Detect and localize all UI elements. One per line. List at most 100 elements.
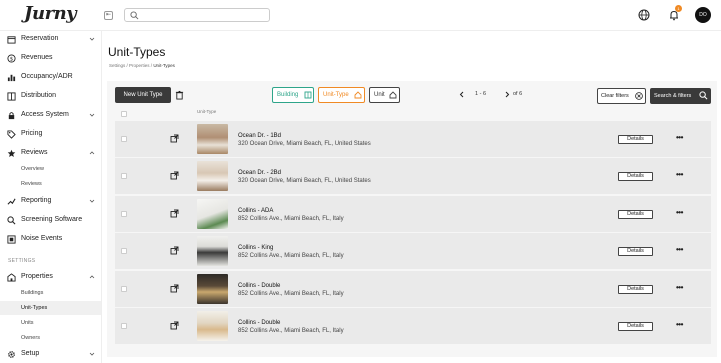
breadcrumb-settings[interactable]: Settings — [109, 63, 125, 68]
chevron-right-icon[interactable] — [504, 91, 510, 98]
building-icon — [7, 273, 16, 282]
details-button[interactable]: Details — [618, 322, 653, 331]
breadcrumb-current: Unit-Types — [153, 63, 175, 68]
sidebar-subitem-owners[interactable]: Owners — [21, 335, 40, 341]
search-icon — [699, 91, 708, 100]
sidebar-item-distribution[interactable]: Distribution — [0, 88, 102, 106]
external-link-icon[interactable] — [170, 246, 179, 255]
row-checkbox[interactable] — [121, 136, 127, 142]
clear-filters-button[interactable]: Clear filters — [597, 88, 646, 104]
building-filter-button[interactable]: Building — [272, 87, 314, 103]
search-input[interactable] — [142, 10, 266, 20]
details-button[interactable]: Details — [618, 135, 653, 144]
tag-icon — [7, 130, 16, 139]
new-unit-type-button[interactable]: New Unit Type — [115, 87, 171, 103]
row-checkbox[interactable] — [121, 286, 127, 292]
row-checkbox[interactable] — [121, 211, 127, 217]
breadcrumb-properties[interactable]: Properties — [129, 63, 150, 68]
unit-type-name[interactable]: Collins - ADA — [238, 208, 273, 214]
sidebar-subitem-overview[interactable]: Overview — [21, 166, 44, 172]
chevron-down-icon — [89, 113, 95, 117]
more-options-icon[interactable]: ••• — [676, 321, 686, 330]
external-link-icon[interactable] — [170, 134, 179, 143]
external-link-icon[interactable] — [170, 209, 179, 218]
sidebar-subitem-buildings[interactable]: Buildings — [21, 290, 43, 296]
details-button[interactable]: Details — [618, 210, 653, 219]
select-all-checkbox[interactable] — [121, 111, 127, 117]
unit-type-name[interactable]: Collins - Double — [238, 283, 280, 289]
table-row[interactable]: Collins - ADA 852 Collins Ave., Miami Be… — [115, 196, 711, 232]
details-button[interactable]: Details — [618, 172, 653, 181]
row-checkbox[interactable] — [121, 248, 127, 254]
globe-icon[interactable] — [638, 9, 650, 21]
sidebar-item-access-system[interactable]: Access System — [0, 107, 102, 125]
more-options-icon[interactable]: ••• — [676, 209, 686, 218]
avatar[interactable]: DO — [695, 7, 711, 23]
unit-type-address: 852 Collins Ave., Miami Beach, FL, Italy — [238, 328, 344, 334]
sidebar-item-reservation[interactable]: Reservation — [0, 31, 102, 49]
noise-icon — [7, 235, 16, 244]
search-filters-label: Search & filters — [654, 93, 692, 99]
external-link-icon[interactable] — [170, 284, 179, 293]
chevron-up-icon — [89, 151, 95, 155]
sidebar-subitem-units[interactable]: Units — [21, 320, 34, 326]
unit-type-address: 852 Collins Ave., Miami Beach, FL, Italy — [238, 291, 344, 297]
sidebar-item-label: Setup — [21, 350, 40, 357]
svg-text:$: $ — [10, 56, 13, 62]
sidebar-item-reviews[interactable]: Reviews — [0, 145, 102, 163]
more-options-icon[interactable]: ••• — [676, 134, 686, 143]
notification-badge: 1 — [675, 5, 682, 12]
search-filters-button[interactable]: Search & filters — [650, 88, 711, 104]
sidebar-item-revenues[interactable]: $ Revenues — [0, 50, 102, 68]
row-checkbox[interactable] — [121, 323, 127, 329]
external-link-icon[interactable] — [170, 321, 179, 330]
more-options-icon[interactable]: ••• — [676, 171, 686, 180]
unit-type-address: 320 Ocean Drive, Miami Beach, FL, United… — [238, 141, 371, 147]
details-button[interactable]: Details — [618, 285, 653, 294]
sidebar-item-label: Pricing — [21, 130, 43, 137]
unit-type-name[interactable]: Collins - King — [238, 245, 273, 251]
external-link-icon[interactable] — [170, 171, 179, 180]
unit-filter-button[interactable]: Unit — [369, 87, 400, 103]
trash-icon[interactable] — [175, 90, 184, 100]
search-bar[interactable] — [124, 8, 270, 22]
report-icon — [7, 198, 16, 205]
table-row[interactable]: Ocean Dr. - 1Bd 320 Ocean Drive, Miami B… — [115, 121, 711, 157]
sidebar-item-occupancy[interactable]: Occupancy/ADR — [0, 69, 102, 87]
sidebar-item-reporting[interactable]: Reporting — [0, 193, 102, 211]
unit-filter-label: Unit — [374, 92, 385, 98]
sidebar-item-pricing[interactable]: Pricing — [0, 126, 102, 144]
table-row[interactable]: Collins - Double 852 Collins Ave., Miami… — [115, 308, 711, 344]
unit-type-name[interactable]: Ocean Dr. - 2Bd — [238, 170, 281, 176]
details-button[interactable]: Details — [618, 247, 653, 256]
more-options-icon[interactable]: ••• — [676, 284, 686, 293]
pagination-range: 1 - 6 — [475, 91, 487, 97]
sidebar-item-label: Distribution — [21, 92, 57, 99]
distribution-icon — [7, 92, 16, 101]
unit-type-name[interactable]: Ocean Dr. - 1Bd — [238, 133, 281, 139]
unit-type-name[interactable]: Collins - Double — [238, 320, 280, 326]
collapse-sidebar-icon[interactable]: ⇤ — [104, 11, 113, 20]
row-checkbox[interactable] — [121, 173, 127, 179]
chevron-left-icon[interactable] — [459, 91, 465, 98]
sidebar-item-screening[interactable]: Screening Software — [0, 212, 102, 230]
unit-type-icon — [354, 91, 362, 99]
table-row[interactable]: Collins - Double 852 Collins Ave., Miami… — [115, 271, 711, 307]
sidebar-item-label: Properties — [21, 273, 53, 280]
sidebar-item-properties[interactable]: Properties — [0, 269, 102, 287]
unit-type-address: 852 Collins Ave., Miami Beach, FL, Italy — [238, 216, 344, 222]
sidebar-subitem-reviews[interactable]: Reviews — [21, 181, 42, 187]
app-logo[interactable]: Jurny — [24, 3, 77, 24]
unit-type-filter-button[interactable]: Unit-Type — [318, 87, 365, 103]
sidebar-subitem-unit-types[interactable]: Unit-Types — [21, 305, 47, 311]
sidebar-item-setup[interactable]: Setup — [0, 346, 102, 363]
unit-thumbnail — [197, 236, 228, 266]
sidebar-item-noise-events[interactable]: Noise Events — [0, 231, 102, 249]
top-bar: Jurny ⇤ 1 DO — [0, 0, 721, 31]
building-filter-label: Building — [277, 92, 299, 98]
more-options-icon[interactable]: ••• — [676, 246, 686, 255]
table-row[interactable]: Ocean Dr. - 2Bd 320 Ocean Drive, Miami B… — [115, 158, 711, 194]
column-header-unit-type: Unit-Type — [197, 109, 217, 114]
home-icon — [389, 91, 397, 99]
table-row[interactable]: Collins - King 852 Collins Ave., Miami B… — [115, 233, 711, 269]
